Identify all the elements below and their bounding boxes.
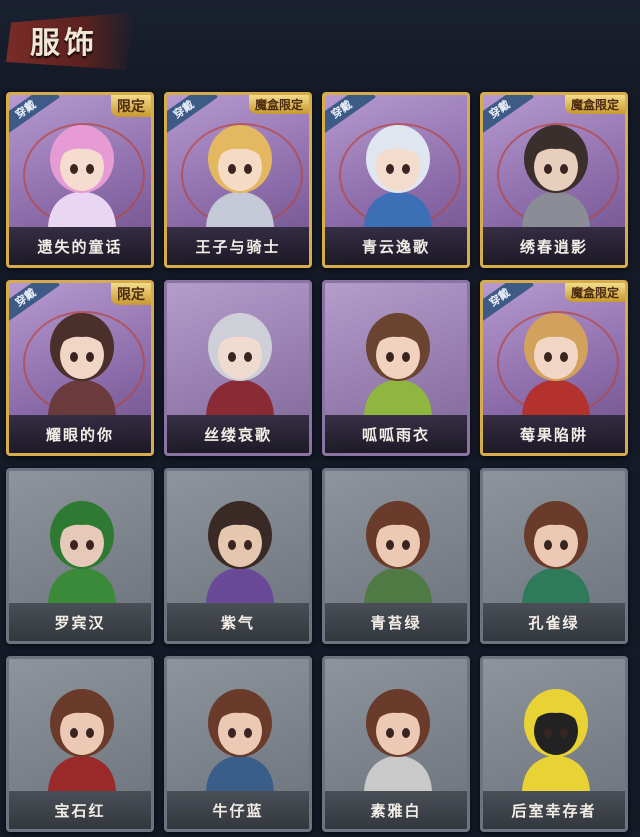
character-portrait	[48, 501, 116, 603]
costume-card[interactable]: 紫气	[164, 468, 312, 644]
costume-card[interactable]: 穿戴 限定 耀眼的你	[6, 280, 154, 456]
costume-card[interactable]: 青苔绿	[322, 468, 470, 644]
costume-name: 后室幸存者	[511, 801, 597, 820]
costume-name: 丝缕哀歌	[203, 425, 272, 444]
costume-name: 青云逸歌	[361, 237, 430, 256]
card-label-bar: 宝石红	[9, 791, 151, 829]
costume-name: 呱呱雨衣	[361, 425, 430, 444]
costume-card[interactable]: 孔雀绿	[480, 468, 628, 644]
costume-card[interactable]: 穿戴 限定 遗失的童话	[6, 92, 154, 268]
page-title: 服饰	[30, 26, 98, 61]
card-label-bar: 后室幸存者	[483, 791, 625, 829]
character-portrait	[364, 689, 432, 791]
limited-badge: 限定	[111, 283, 151, 305]
costume-name: 素雅白	[370, 801, 422, 820]
character-portrait	[48, 689, 116, 791]
card-label-bar: 丝缕哀歌	[167, 415, 309, 453]
character-portrait	[522, 125, 590, 227]
character-portrait	[522, 501, 590, 603]
character-portrait	[206, 501, 274, 603]
costume-name: 青苔绿	[370, 613, 422, 632]
character-portrait	[48, 313, 116, 415]
costume-name: 宝石红	[54, 801, 106, 820]
card-label-bar: 青云逸歌	[325, 227, 467, 265]
character-portrait	[206, 125, 274, 227]
character-portrait	[522, 689, 590, 791]
costume-card[interactable]: 牛仔蓝	[164, 656, 312, 832]
card-label-bar: 莓果陷阱	[483, 415, 625, 453]
character-portrait	[364, 125, 432, 227]
costume-name: 罗宾汉	[54, 613, 106, 632]
character-portrait	[48, 125, 116, 227]
costume-card[interactable]: 罗宾汉	[6, 468, 154, 644]
costume-name: 遗失的童话	[37, 237, 123, 256]
costume-name: 紫气	[220, 613, 255, 632]
costume-card[interactable]: 后室幸存者	[480, 656, 628, 832]
card-label-bar: 绣春逍影	[483, 227, 625, 265]
header-bar: 服饰	[0, 0, 640, 84]
costume-name: 莓果陷阱	[519, 425, 588, 444]
character-portrait	[364, 501, 432, 603]
card-label-bar: 素雅白	[325, 791, 467, 829]
costume-card[interactable]: 穿戴 魔盒限定 莓果陷阱	[480, 280, 628, 456]
character-portrait	[364, 313, 432, 415]
card-label-bar: 紫气	[167, 603, 309, 641]
character-portrait	[206, 689, 274, 791]
card-label-bar: 王子与骑士	[167, 227, 309, 265]
costume-name: 孔雀绿	[528, 613, 580, 632]
costume-card[interactable]: 宝石红	[6, 656, 154, 832]
costume-name: 耀眼的你	[45, 425, 114, 444]
costume-name: 牛仔蓝	[212, 801, 264, 820]
card-label-bar: 牛仔蓝	[167, 791, 309, 829]
limited-badge: 限定	[111, 95, 151, 117]
costume-card[interactable]: 素雅白	[322, 656, 470, 832]
limited-badge: 魔盒限定	[248, 95, 309, 114]
character-portrait	[206, 313, 274, 415]
limited-badge: 魔盒限定	[564, 283, 625, 302]
costume-card[interactable]: 穿戴 魔盒限定 王子与骑士	[164, 92, 312, 268]
card-label-bar: 耀眼的你	[9, 415, 151, 453]
limited-badge: 魔盒限定	[564, 95, 625, 114]
card-label-bar: 遗失的童话	[9, 227, 151, 265]
costume-card[interactable]: 呱呱雨衣	[322, 280, 470, 456]
card-label-bar: 呱呱雨衣	[325, 415, 467, 453]
costume-card[interactable]: 穿戴 魔盒限定 绣春逍影	[480, 92, 628, 268]
costume-card[interactable]: 丝缕哀歌	[164, 280, 312, 456]
costume-name: 绣春逍影	[519, 237, 588, 256]
card-label-bar: 青苔绿	[325, 603, 467, 641]
costume-card[interactable]: 穿戴 青云逸歌	[322, 92, 470, 268]
card-label-bar: 孔雀绿	[483, 603, 625, 641]
card-label-bar: 罗宾汉	[9, 603, 151, 641]
costume-name: 王子与骑士	[195, 237, 281, 256]
character-portrait	[522, 313, 590, 415]
